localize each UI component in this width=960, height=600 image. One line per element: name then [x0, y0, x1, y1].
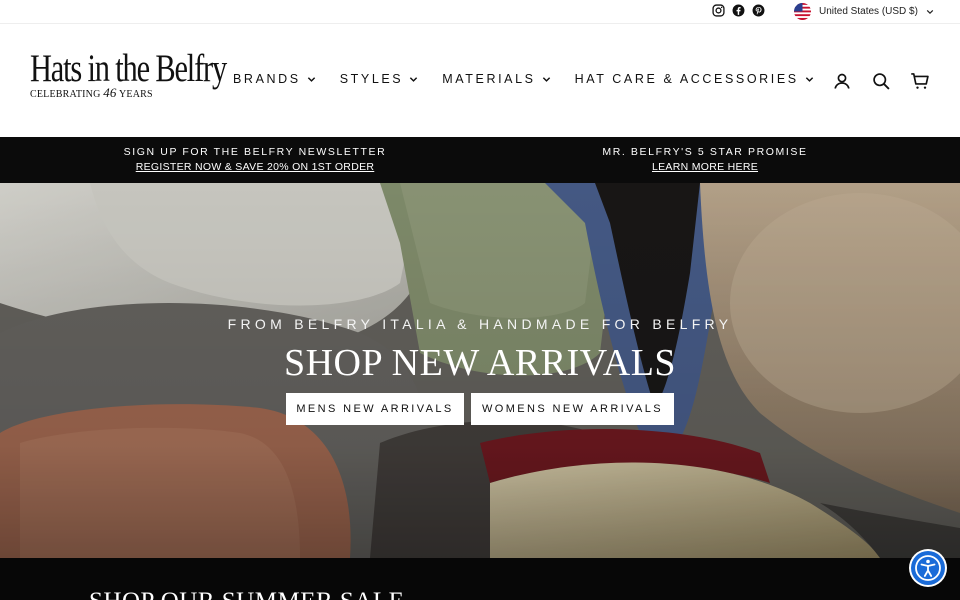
nav-brands[interactable]: BRANDS: [233, 72, 316, 86]
nav-styles[interactable]: STYLES: [340, 72, 419, 86]
hero-eyebrow: FROM BELFRY ITALIA & HANDMADE FOR BELFRY: [227, 316, 733, 332]
chevron-down-icon: [307, 76, 315, 82]
newsletter-link[interactable]: REGISTER NOW & SAVE 20% ON 1ST ORDER: [95, 159, 415, 175]
nav-label: BRANDS: [233, 72, 301, 86]
main-nav: BRANDS STYLES MATERIALS HAT CARE & ACCES…: [233, 72, 814, 86]
currency-label: United States (USD $): [819, 6, 918, 17]
site-header: Hats in the Belfry CELEBRATING 46 YEARS …: [0, 25, 960, 137]
header-icons: [832, 71, 930, 91]
newsletter-title: SIGN UP FOR THE BELFRY NEWSLETTER: [123, 146, 387, 158]
nav-label: MATERIALS: [442, 72, 536, 86]
social-links: [712, 4, 765, 17]
nav-label: HAT CARE & ACCESSORIES: [574, 72, 799, 86]
announcement-bar: SIGN UP FOR THE BELFRY NEWSLETTER REGIST…: [0, 137, 960, 183]
accessibility-icon: [915, 555, 941, 581]
chevron-down-icon: [926, 8, 934, 16]
logo-tagline-suffix: YEARS: [118, 89, 153, 100]
accessibility-button[interactable]: [911, 551, 945, 585]
facebook-icon[interactable]: [732, 4, 745, 17]
chevron-down-icon: [805, 76, 813, 82]
summer-sale-section: SHOP OUR SUMMER SALE: [0, 558, 960, 600]
section-title: SHOP OUR SUMMER SALE: [89, 588, 404, 600]
us-flag-icon: [794, 3, 811, 20]
logo-tagline-prefix: CELEBRATING: [30, 89, 101, 100]
chevron-down-icon: [542, 76, 550, 82]
nav-hat-care[interactable]: HAT CARE & ACCESSORIES: [575, 72, 814, 86]
cart-icon[interactable]: [910, 71, 930, 91]
search-icon[interactable]: [871, 71, 891, 91]
promise-title: MR. BELFRY'S 5 STAR PROMISE: [602, 146, 808, 158]
utility-bar: United States (USD $): [0, 0, 960, 24]
newsletter-promo: SIGN UP FOR THE BELFRY NEWSLETTER REGIST…: [95, 146, 415, 175]
currency-selector[interactable]: United States (USD $): [794, 3, 934, 20]
chevron-down-icon: [410, 76, 418, 82]
hero-title: SHOP NEW ARRIVALS: [283, 342, 677, 384]
promise-link[interactable]: LEARN MORE HERE: [545, 159, 865, 175]
account-icon[interactable]: [832, 71, 852, 91]
womens-new-arrivals-button[interactable]: WOMENS NEW ARRIVALS: [471, 393, 674, 425]
logo[interactable]: Hats in the Belfry CELEBRATING 46 YEARS: [30, 47, 227, 105]
mens-new-arrivals-button[interactable]: MENS NEW ARRIVALS: [286, 393, 464, 425]
nav-materials[interactable]: MATERIALS: [442, 72, 550, 86]
instagram-icon[interactable]: [712, 4, 725, 17]
logo-name: Hats in the Belfry: [30, 47, 227, 90]
promise-promo: MR. BELFRY'S 5 STAR PROMISE LEARN MORE H…: [545, 146, 865, 175]
nav-label: STYLES: [339, 72, 404, 86]
pinterest-icon[interactable]: [752, 4, 765, 17]
hero-banner[interactable]: FROM BELFRY ITALIA & HANDMADE FOR BELFRY…: [0, 183, 960, 558]
